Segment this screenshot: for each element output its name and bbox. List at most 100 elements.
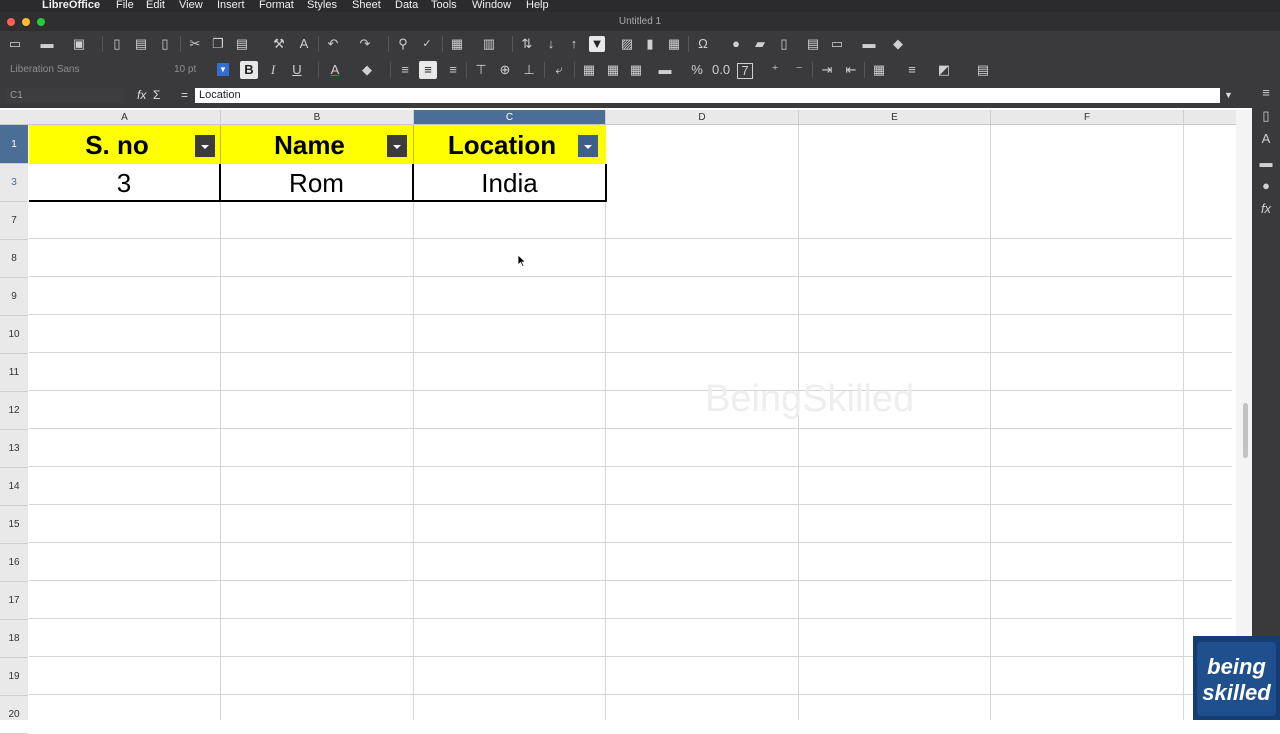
menu-format[interactable]: Format — [259, 0, 294, 11]
paste-icon[interactable]: ▤ — [235, 37, 249, 51]
unmerge-cells-icon[interactable]: ▦ — [629, 63, 643, 77]
row-header-3[interactable]: 3 — [0, 164, 28, 202]
scrollbar-thumb[interactable] — [1243, 403, 1248, 458]
row-header-18[interactable]: 18 — [0, 620, 28, 658]
cell-c3[interactable]: India — [414, 164, 607, 202]
freeze-rows-icon[interactable]: ▭ — [830, 37, 844, 51]
decimal-format-icon[interactable]: 0.0 — [712, 63, 730, 77]
autofilter-dropdown-c[interactable] — [578, 135, 598, 157]
menu-insert[interactable]: Insert — [217, 0, 245, 11]
cell-c1[interactable]: Location — [414, 125, 606, 164]
bold-icon[interactable]: B — [240, 61, 258, 79]
copy-icon[interactable]: ❐ — [211, 37, 225, 51]
export-pdf-icon[interactable]: ▯ — [110, 37, 124, 51]
hyperlink-icon[interactable]: ● — [729, 37, 743, 51]
cell-b1[interactable]: Name — [221, 125, 414, 164]
menu-file[interactable]: File — [116, 0, 134, 11]
italic-icon[interactable]: I — [266, 63, 280, 77]
comment-icon[interactable]: ▰ — [753, 37, 767, 51]
column-header-a[interactable]: A — [29, 110, 221, 124]
open-folder-icon[interactable]: ▬ — [40, 37, 54, 51]
font-size-dropdown-icon[interactable]: ▼ — [217, 63, 229, 76]
menu-data[interactable]: Data — [395, 0, 418, 11]
row-header-15[interactable]: 15 — [0, 506, 28, 544]
sidebar-menu-icon[interactable]: ≡ — [1259, 86, 1273, 100]
align-center-icon[interactable]: ≡ — [419, 61, 437, 79]
row-header-19[interactable]: 19 — [0, 658, 28, 696]
show-draw-functions-icon[interactable]: ◆ — [891, 37, 905, 51]
menu-window[interactable]: Window — [472, 0, 511, 11]
align-bottom-icon[interactable]: ⊥ — [522, 63, 536, 77]
date-format-icon[interactable]: 7 — [737, 63, 753, 79]
sort-ascending-icon[interactable]: ↓ — [544, 37, 558, 51]
row-header-10[interactable]: 10 — [0, 316, 28, 354]
formula-icon[interactable]: = — [181, 88, 188, 102]
styles-icon[interactable]: A — [1259, 132, 1273, 146]
app-menu[interactable]: LibreOffice — [42, 0, 100, 11]
conditional-format-icon[interactable]: ▤ — [976, 63, 990, 77]
highlight-color-icon[interactable]: ◆ — [360, 63, 374, 77]
menu-view[interactable]: View — [179, 0, 203, 11]
increase-indent-icon[interactable]: ⇥ — [820, 63, 834, 77]
row-header-11[interactable]: 11 — [0, 354, 28, 392]
currency-icon[interactable]: ▬ — [658, 63, 672, 77]
define-print-area-icon[interactable]: ▤ — [806, 37, 820, 51]
print-preview-icon[interactable]: ▯ — [158, 37, 172, 51]
cell-a3[interactable]: 3 — [29, 164, 221, 202]
column-header-d[interactable]: D — [606, 110, 799, 124]
undo-icon[interactable]: ↶ — [326, 37, 340, 51]
border-color-icon[interactable]: ◩ — [937, 63, 951, 77]
sum-icon[interactable]: Σ — [153, 88, 160, 102]
autofilter-icon[interactable]: ▼ — [589, 36, 605, 52]
special-character-icon[interactable]: Ω — [696, 37, 710, 51]
column-header-e[interactable]: E — [799, 110, 991, 124]
function-wizard-icon[interactable]: fx — [137, 88, 146, 102]
autofilter-dropdown-a[interactable] — [195, 135, 215, 157]
row-header-17[interactable]: 17 — [0, 582, 28, 620]
merge-center-icon[interactable]: ▦ — [606, 63, 620, 77]
spelling-icon[interactable]: ✓ — [420, 37, 434, 51]
sort-descending-icon[interactable]: ↑ — [567, 37, 581, 51]
row-header-13[interactable]: 13 — [0, 430, 28, 468]
font-name-field[interactable]: Liberation Sans — [6, 62, 156, 77]
decrease-indent-icon[interactable]: ⇤ — [844, 63, 858, 77]
column-header-b[interactable]: B — [221, 110, 414, 124]
row-header-9[interactable]: 9 — [0, 278, 28, 316]
clear-formatting-icon[interactable]: A — [297, 37, 311, 51]
print-icon[interactable]: ▤ — [134, 37, 148, 51]
cut-icon[interactable]: ✂ — [188, 37, 202, 51]
row-header-8[interactable]: 8 — [0, 240, 28, 278]
center-vertically-icon[interactable]: ⊕ — [498, 63, 512, 77]
navigator-icon[interactable]: ● — [1259, 179, 1273, 193]
menu-edit[interactable]: Edit — [146, 0, 165, 11]
image-icon[interactable]: ▨ — [620, 37, 634, 51]
delete-decimal-icon[interactable]: ⁻ — [792, 63, 806, 77]
split-window-icon[interactable]: ▬ — [862, 37, 876, 51]
menu-tools[interactable]: Tools — [431, 0, 457, 11]
header-footer-icon[interactable]: ▯ — [777, 37, 791, 51]
row-header-1[interactable]: 1 — [0, 125, 28, 164]
name-box[interactable]: C1 — [6, 88, 124, 103]
merge-cells-icon[interactable]: ▦ — [582, 63, 596, 77]
align-right-icon[interactable]: ≡ — [446, 63, 460, 77]
menu-styles[interactable]: Styles — [307, 0, 337, 11]
find-replace-icon[interactable]: ⚲ — [396, 37, 410, 51]
menu-sheet[interactable]: Sheet — [352, 0, 381, 11]
formula-input[interactable]: Location — [195, 88, 1220, 103]
menu-help[interactable]: Help — [526, 0, 549, 11]
cell-b3[interactable]: Rom — [221, 164, 414, 202]
border-style-icon[interactable]: ≡ — [905, 63, 919, 77]
redo-icon[interactable]: ↷ — [358, 37, 372, 51]
new-document-icon[interactable]: ▭ — [8, 37, 22, 51]
row-header-12[interactable]: 12 — [0, 392, 28, 430]
save-icon[interactable]: ▣ — [72, 37, 86, 51]
percent-icon[interactable]: % — [690, 63, 704, 77]
row-header-16[interactable]: 16 — [0, 544, 28, 582]
underline-icon[interactable]: U — [290, 63, 304, 77]
cell-a1[interactable]: S. no — [29, 125, 221, 164]
functions-icon[interactable]: fx — [1259, 202, 1273, 216]
wrap-text-icon[interactable]: ⤶ — [552, 63, 566, 77]
font-color-icon[interactable]: A — [328, 63, 342, 77]
chart-icon[interactable]: ▮ — [643, 37, 657, 51]
expand-formula-bar-icon[interactable]: ▼ — [1224, 88, 1233, 102]
